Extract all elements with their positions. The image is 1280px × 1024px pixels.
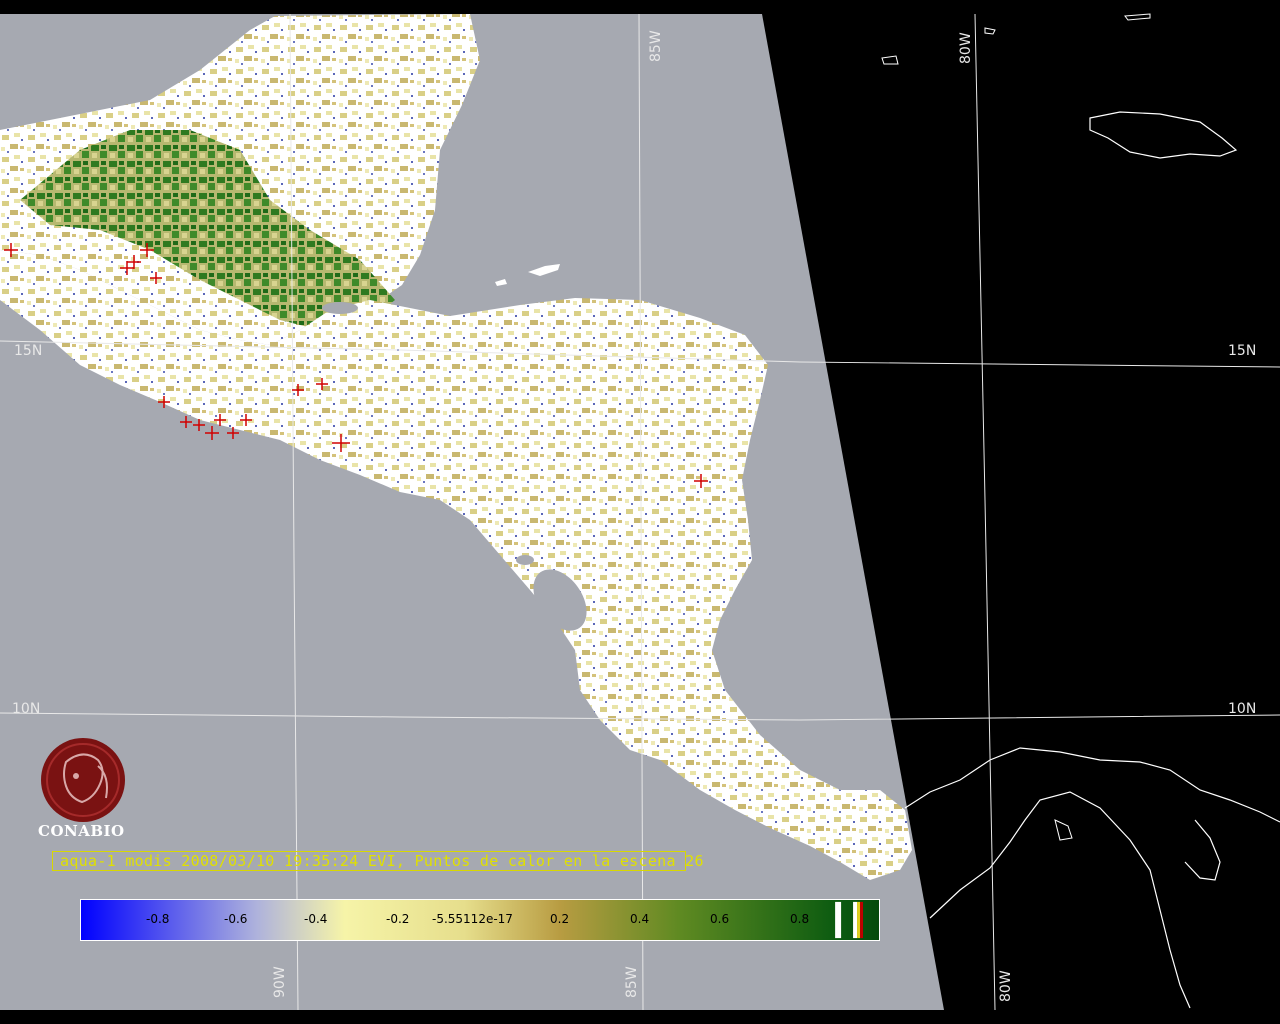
lake-managua bbox=[516, 555, 534, 565]
colorbar-tick: -0.4 bbox=[304, 912, 328, 926]
colorbar-tick: 0.4 bbox=[630, 912, 650, 926]
colorbar-tick: -0.8 bbox=[146, 912, 170, 926]
lon-label-80w-top: 80W bbox=[958, 32, 974, 64]
colorbar-tick: -5.55112e-17 bbox=[432, 912, 513, 926]
lat-label-15n-left: 15N bbox=[14, 343, 42, 359]
lat-label-10n-left: 10N bbox=[12, 701, 40, 717]
colorbar-tick: 0.6 bbox=[710, 912, 730, 926]
lon-label-80w-bottom: 80W bbox=[998, 970, 1014, 1002]
lon-label-85w-top: 85W bbox=[648, 30, 664, 62]
lon-label-90w-bottom: 90W bbox=[272, 966, 288, 998]
lat-label-10n-right: 10N bbox=[1228, 701, 1256, 717]
lake-izabal bbox=[322, 302, 358, 314]
lat-label-15n-right: 15N bbox=[1228, 343, 1256, 359]
caption-text: aqua-1 modis 2008/03/10 19:35:24 EVI, Pu… bbox=[60, 852, 704, 870]
colorbar-tick: -0.6 bbox=[224, 912, 248, 926]
colorbar-tick: -0.2 bbox=[386, 912, 410, 926]
colorbar-tick: 0.2 bbox=[550, 912, 570, 926]
colorbar-tick: 0.8 bbox=[790, 912, 810, 926]
lon-label-85w-bottom: 85W bbox=[624, 966, 640, 998]
logo-text: CONABIO bbox=[38, 822, 125, 840]
